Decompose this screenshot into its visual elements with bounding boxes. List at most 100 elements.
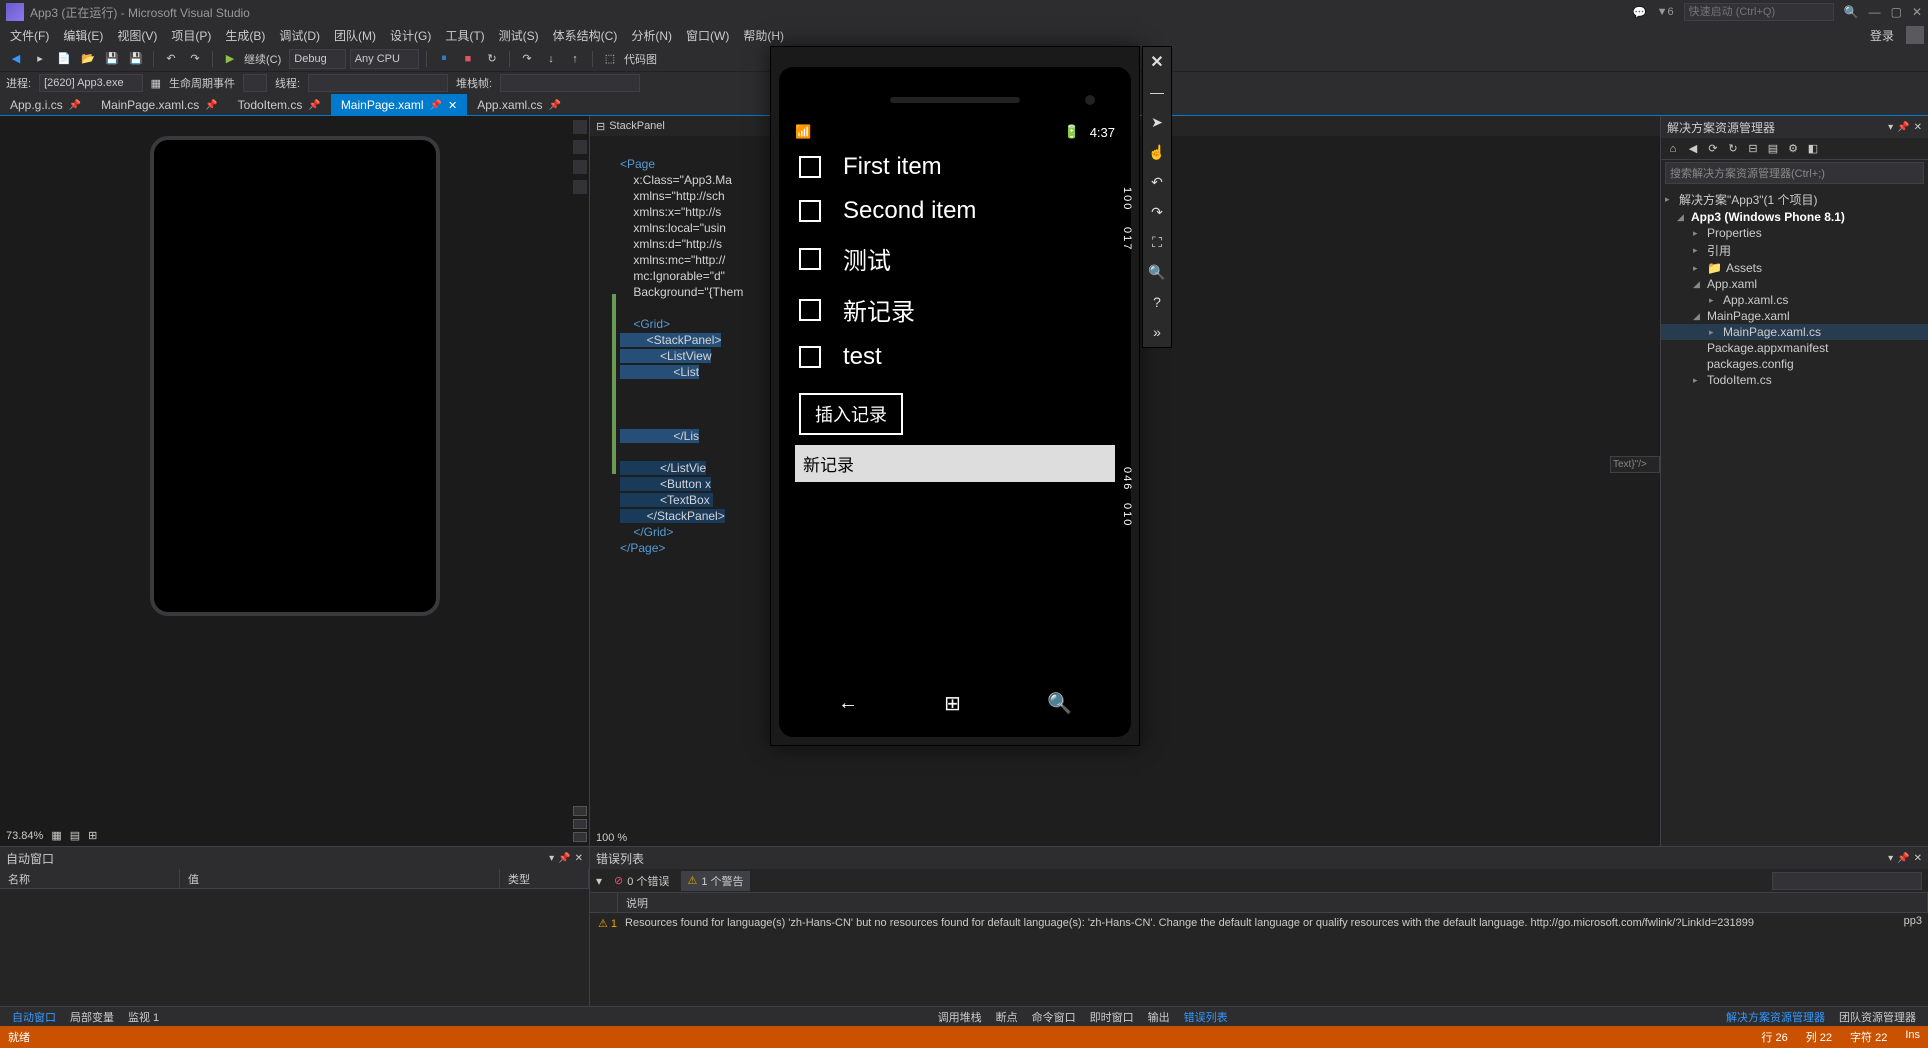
fit-icon[interactable]: ▦	[51, 829, 61, 842]
tree-project[interactable]: ◢App3 (Windows Phone 8.1)	[1661, 209, 1928, 225]
checkbox[interactable]	[799, 299, 821, 321]
split-handle-icon[interactable]	[573, 819, 587, 829]
list-item[interactable]: First item	[795, 145, 1115, 189]
tree-todoitem-cs[interactable]: ▸TodoItem.cs	[1661, 372, 1928, 388]
properties-icon[interactable]: ⚙	[1785, 141, 1801, 157]
menu-test[interactable]: 测试(S)	[493, 25, 545, 46]
tab-mainpage-xaml-cs[interactable]: MainPage.xaml.cs📌	[91, 94, 228, 115]
continue-label[interactable]: 继续(C)	[244, 51, 281, 67]
config-dropdown[interactable]: Debug	[289, 49, 345, 69]
menu-file[interactable]: 文件(F)	[4, 25, 55, 46]
outline-path[interactable]: StackPanel	[609, 120, 665, 132]
filter-errors[interactable]: ⊘0 个错误	[608, 871, 675, 891]
show-all-icon[interactable]: ▤	[1765, 141, 1781, 157]
emulator-minimize-button[interactable]: —	[1146, 81, 1168, 103]
avatar-icon[interactable]	[1906, 26, 1924, 44]
checkbox[interactable]	[799, 346, 821, 368]
nav-fwd-icon[interactable]: ▸	[30, 49, 50, 69]
split-handle-icon[interactable]	[573, 806, 587, 816]
menu-build[interactable]: 生成(B)	[219, 25, 271, 46]
rotate-left-icon[interactable]: ↶	[1146, 171, 1168, 193]
back-icon[interactable]: ◀	[1685, 141, 1701, 157]
restart-icon[interactable]: ↻	[482, 49, 502, 69]
autos-col-value[interactable]: 值	[180, 869, 500, 888]
dropdown-icon[interactable]: ▾	[549, 853, 554, 864]
step-over-icon[interactable]: ↷	[517, 49, 537, 69]
notifications-badge[interactable]: ▼6	[1657, 6, 1674, 18]
search-icon[interactable]: 🔍	[1844, 5, 1859, 19]
btab-immediate[interactable]: 即时窗口	[1084, 1007, 1140, 1027]
error-col-desc[interactable]: 说明	[618, 893, 1928, 912]
dropdown-icon[interactable]: ▾	[1888, 122, 1893, 133]
tree-mainpage-xaml-cs[interactable]: ▸MainPage.xaml.cs	[1661, 324, 1928, 340]
menu-tools[interactable]: 工具(T)	[439, 25, 490, 46]
btab-team-explorer[interactable]: 团队资源管理器	[1833, 1007, 1922, 1027]
tab-todoitem-cs[interactable]: TodoItem.cs📌	[228, 94, 331, 115]
btab-command[interactable]: 命令窗口	[1026, 1007, 1082, 1027]
tree-assets[interactable]: ▸📁Assets	[1661, 260, 1928, 276]
list-item[interactable]: Second item	[795, 189, 1115, 233]
pin-icon[interactable]: 📌	[205, 100, 217, 111]
codemap-icon[interactable]: ⬚	[600, 49, 620, 69]
error-search-input[interactable]	[1772, 872, 1922, 890]
record-text-input[interactable]: 新记录	[795, 445, 1115, 482]
code-zoom[interactable]: 100 %	[596, 832, 627, 844]
btab-watch[interactable]: 监视 1	[122, 1007, 165, 1027]
tree-properties[interactable]: ▸Properties	[1661, 225, 1928, 241]
btab-errorlist[interactable]: 错误列表	[1178, 1007, 1234, 1027]
btab-solution-explorer[interactable]: 解决方案资源管理器	[1720, 1007, 1831, 1027]
tree-app-xaml-cs[interactable]: ▸App.xaml.cs	[1661, 292, 1928, 308]
designer-tool-icon[interactable]	[573, 120, 587, 134]
designer-tool-icon[interactable]	[573, 160, 587, 174]
btab-callstack[interactable]: 调用堆栈	[932, 1007, 988, 1027]
step-out-icon[interactable]: ↑	[565, 49, 585, 69]
tab-mainpage-xaml[interactable]: MainPage.xaml📌✕	[331, 94, 467, 115]
phone-emulator[interactable]: 📶 🔋 4:37 First item Second item 测试 新记录 t…	[770, 46, 1140, 746]
stop-icon[interactable]: ■	[458, 49, 478, 69]
btab-locals[interactable]: 局部变量	[64, 1007, 120, 1027]
menu-view[interactable]: 视图(V)	[111, 25, 163, 46]
search-icon[interactable]: 🔍	[1047, 691, 1072, 716]
list-item[interactable]: 测试	[795, 233, 1115, 284]
open-icon[interactable]: 📂	[78, 49, 98, 69]
outline-collapse-icon[interactable]: ⊟	[596, 120, 605, 133]
close-button[interactable]: ✕	[1912, 5, 1922, 19]
grid-icon[interactable]: ▤	[70, 829, 80, 842]
touch-icon[interactable]: ☝	[1146, 141, 1168, 163]
collapse-icon[interactable]: ⊟	[1745, 141, 1761, 157]
preview-icon[interactable]: ◧	[1805, 141, 1821, 157]
help-icon[interactable]: ?	[1146, 291, 1168, 313]
split-handle-icon[interactable]	[573, 832, 587, 842]
list-item[interactable]: 新记录	[795, 284, 1115, 335]
fit-screen-icon[interactable]: ⛶	[1146, 231, 1168, 253]
sync-icon[interactable]: ⟳	[1705, 141, 1721, 157]
designer-zoom[interactable]: 73.84%	[6, 830, 43, 842]
filter-warnings[interactable]: ⚠1 个警告	[681, 871, 749, 891]
close-icon[interactable]: ✕	[448, 99, 457, 112]
continue-button[interactable]: ▶	[220, 49, 240, 69]
start-icon[interactable]: ⊞	[944, 691, 961, 716]
redo-icon[interactable]: ↷	[185, 49, 205, 69]
tab-app-g-i-cs[interactable]: App.g.i.cs📌	[0, 94, 91, 115]
insert-record-button[interactable]: 插入记录	[799, 393, 903, 435]
pin-icon[interactable]: 📌	[549, 100, 561, 111]
maximize-button[interactable]: ▢	[1891, 5, 1902, 19]
designer-phone-preview[interactable]	[150, 136, 440, 616]
process-dropdown[interactable]: [2620] App3.exe	[39, 74, 143, 92]
btab-autos[interactable]: 自动窗口	[6, 1007, 62, 1027]
checkbox[interactable]	[799, 156, 821, 178]
error-row[interactable]: ⚠ 1 Resources found for language(s) 'zh-…	[590, 913, 1928, 934]
feedback-icon[interactable]: 💬	[1633, 6, 1647, 19]
menu-help[interactable]: 帮助(H)	[737, 25, 790, 46]
filter-dropdown-icon[interactable]: ▾	[596, 874, 602, 888]
pointer-icon[interactable]: ➤	[1146, 111, 1168, 133]
lifecycle-dropdown[interactable]	[243, 74, 267, 92]
pin-icon[interactable]: 📌	[1897, 853, 1909, 864]
menu-arch[interactable]: 体系结构(C)	[547, 25, 624, 46]
autos-col-name[interactable]: 名称	[0, 869, 180, 888]
tree-app-xaml[interactable]: ◢App.xaml	[1661, 276, 1928, 292]
back-icon[interactable]: ←	[838, 692, 858, 715]
solution-search-input[interactable]: 搜索解决方案资源管理器(Ctrl+;)	[1665, 162, 1924, 184]
emulator-close-button[interactable]: ✕	[1146, 51, 1168, 73]
pin-icon[interactable]: 📌	[69, 100, 81, 111]
